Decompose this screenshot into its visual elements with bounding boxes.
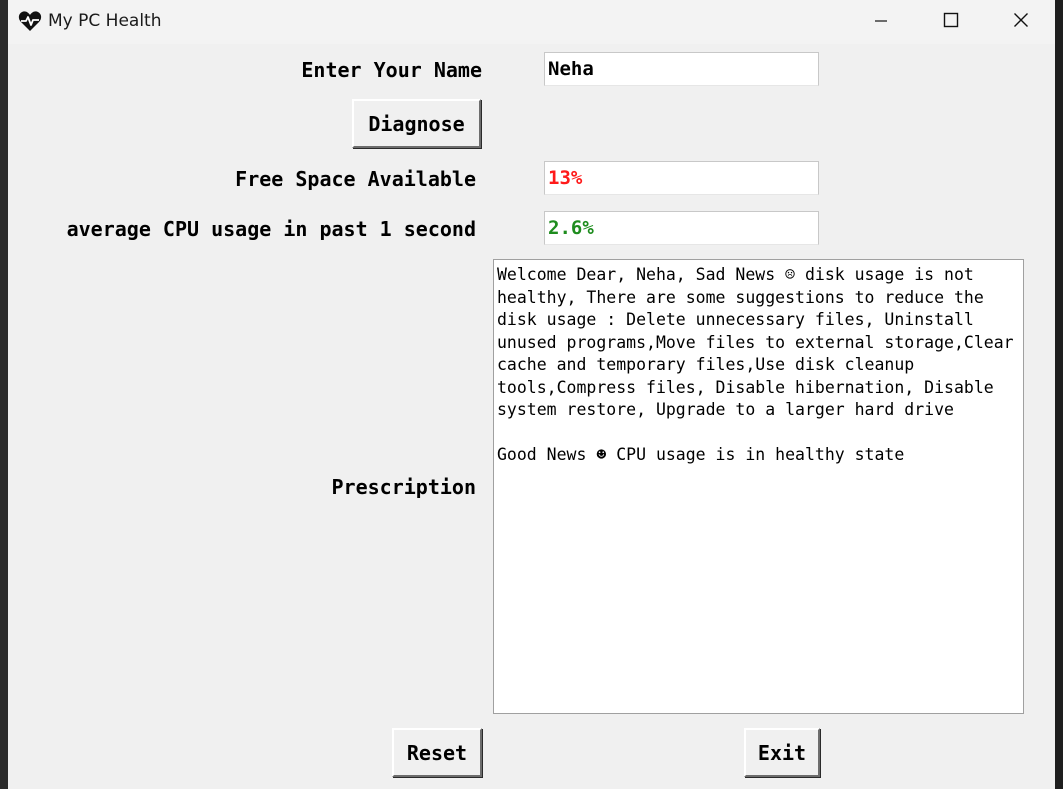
reset-button[interactable]: Reset bbox=[392, 728, 482, 777]
free-space-value[interactable]: 13% bbox=[544, 161, 819, 195]
app-window: My PC Health Enter Your Name Neha Diagno… bbox=[8, 0, 1055, 789]
free-space-label: Free Space Available bbox=[235, 167, 476, 191]
cpu-usage-value[interactable]: 2.6% bbox=[544, 211, 819, 245]
exit-button[interactable]: Exit bbox=[744, 728, 820, 777]
cpu-usage-label: average CPU usage in past 1 second bbox=[66, 217, 476, 241]
minimize-icon bbox=[874, 13, 888, 32]
maximize-button[interactable] bbox=[916, 0, 986, 44]
minimize-button[interactable] bbox=[846, 0, 916, 44]
name-label: Enter Your Name bbox=[301, 58, 482, 82]
title-bar[interactable]: My PC Health bbox=[8, 0, 1055, 44]
prescription-textbox[interactable]: Welcome Dear, Neha, Sad News ☹ disk usag… bbox=[493, 259, 1024, 714]
prescription-label: Prescription bbox=[331, 475, 477, 499]
close-button[interactable] bbox=[986, 0, 1055, 44]
name-input[interactable]: Neha bbox=[544, 52, 819, 86]
maximize-icon bbox=[943, 12, 959, 32]
close-icon bbox=[1013, 12, 1029, 32]
diagnose-button[interactable]: Diagnose bbox=[352, 99, 481, 148]
heart-pulse-icon bbox=[18, 10, 42, 32]
background-desktop bbox=[1055, 0, 1063, 789]
window-title: My PC Health bbox=[48, 11, 162, 31]
